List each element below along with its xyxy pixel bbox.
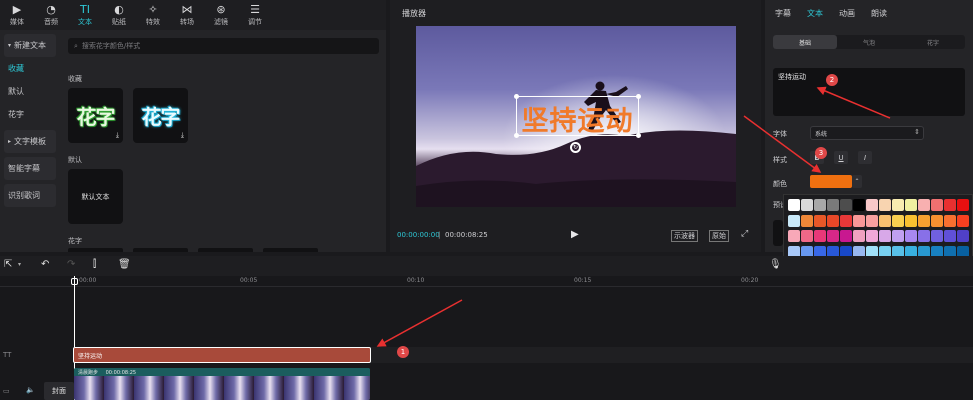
arrow-3 bbox=[743, 115, 822, 173]
arrow-1 bbox=[376, 299, 463, 347]
annotation-arrows bbox=[376, 86, 891, 347]
arrow-2 bbox=[816, 86, 891, 119]
annotation-badge-2: 2 bbox=[826, 74, 838, 86]
annotation-badge-1: 1 bbox=[397, 346, 409, 358]
annotation-badge-3: 3 bbox=[815, 147, 827, 159]
